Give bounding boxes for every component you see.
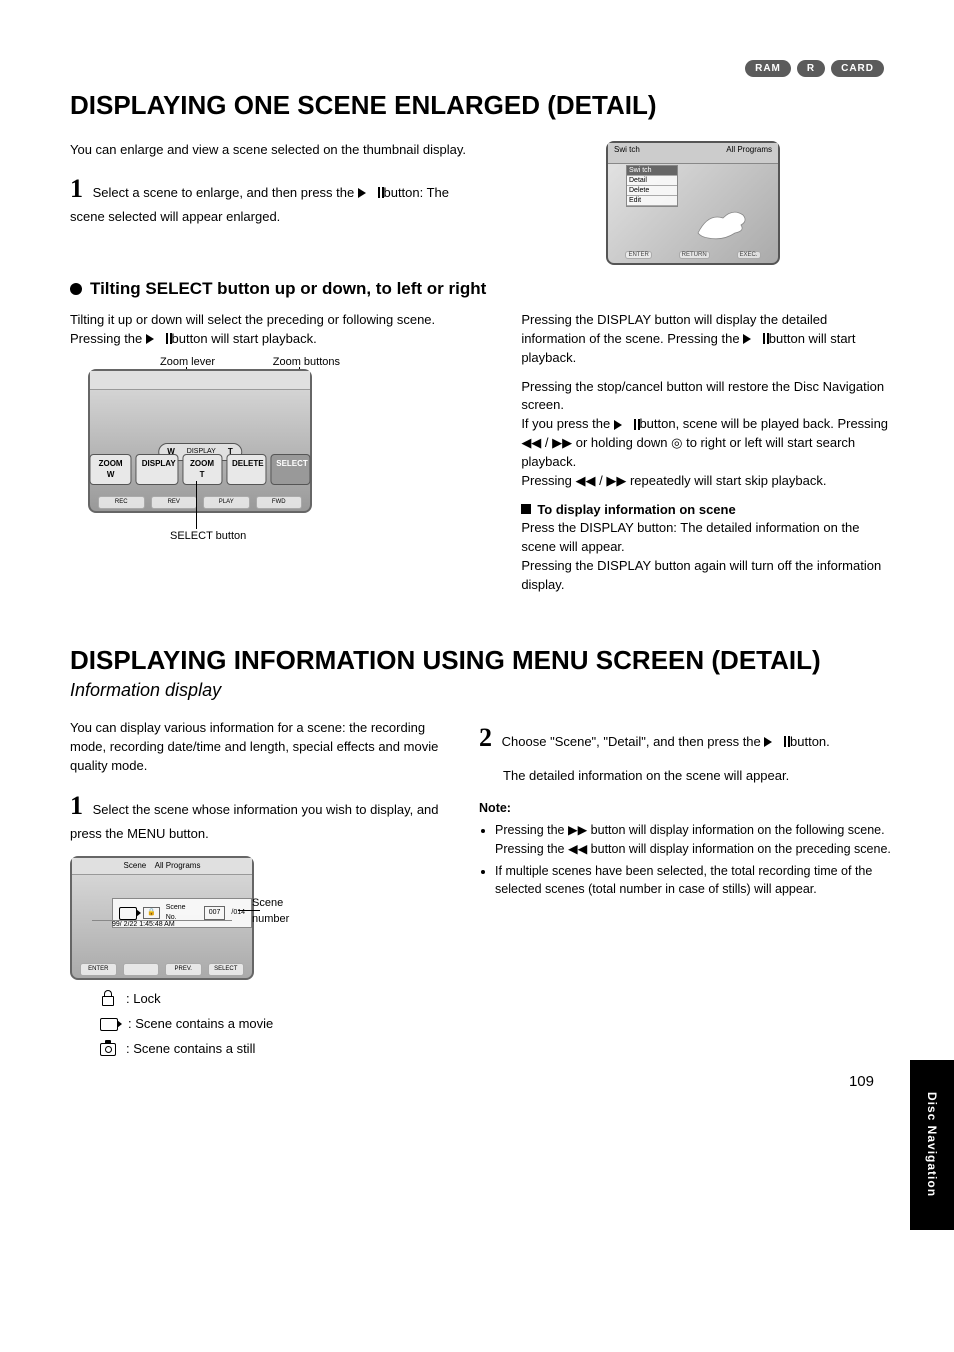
remote-bi-3: FWD	[256, 496, 303, 509]
play-pause-icon	[358, 188, 380, 198]
callout-line	[196, 481, 197, 529]
step-1-text-a: Select a scene to enlarge, and then pres…	[93, 185, 358, 200]
note-square-icon	[521, 504, 531, 514]
info-subtitle: Information display	[70, 680, 894, 701]
sub-heading: Tilting SELECT button up or down, to lef…	[90, 279, 486, 299]
play-pause-icon	[743, 334, 765, 344]
right-mid-2a: If you press the	[521, 416, 614, 431]
select-button-label: SELECT button	[170, 529, 246, 545]
info-screen-figure: Scene All Programs 🔒 Scene No. 007 /014 …	[70, 856, 254, 980]
info-step-2-b: button.	[790, 734, 830, 749]
info-divider	[92, 920, 232, 921]
btn-select: SELECT	[270, 454, 310, 485]
info-step-2-num: 2	[479, 723, 492, 752]
play-pause-icon	[764, 737, 786, 747]
tilt-text-a: Tilting it up or down will select the pr…	[70, 311, 491, 330]
info-scene-no-value: 007	[204, 906, 226, 920]
right-mid-3: Pressing ◀◀ / ▶▶ repeatedly will start s…	[521, 473, 826, 488]
tilt-text-b2: button will start playback.	[172, 331, 317, 346]
fig-title-right: All Programs	[726, 145, 772, 161]
enlarge-section-title: DISPLAYING ONE SCENE ENLARGED (DETAIL)	[70, 90, 894, 121]
btn-delete: DELETE	[226, 454, 266, 485]
lock-mini-icon: 🔒	[143, 907, 160, 919]
info-bi-3: SELECT	[208, 963, 245, 976]
info-section-title: DISPLAYING INFORMATION USING MENU SCREEN…	[70, 645, 894, 676]
info-bottom-icons: ENTER PREV. SELECT	[80, 963, 244, 976]
remote-bi-0: REC	[98, 496, 145, 509]
info-date-line: 99/ 2/22 1:45:48 AM	[112, 920, 175, 930]
note-body: Press the DISPLAY button: The detailed i…	[521, 519, 894, 594]
right-mid-1: Pressing the stop/cancel button will res…	[521, 379, 884, 413]
remote-title-bar	[90, 371, 310, 390]
btn-zoom-t: ZOOM T	[182, 454, 222, 485]
fig-bottom-1: RETURN	[679, 251, 710, 259]
side-tab: Disc Navigation	[910, 1060, 954, 1230]
bullet-icon	[70, 283, 82, 295]
tilt-text-b1: Pressing the	[70, 331, 146, 346]
dove-image	[693, 203, 753, 243]
fig-menu-item-1: Detail	[627, 176, 677, 186]
info-intro: You can display various information for …	[70, 719, 449, 776]
remote-bi-2: PLAY	[203, 496, 250, 509]
play-pause-icon	[614, 420, 636, 430]
icon-lock-label: : Lock	[126, 990, 161, 1009]
info-bi-1	[123, 963, 160, 976]
fig-bottom-0: ENTER	[625, 251, 651, 259]
notes-item-1: If multiple scenes have been selected, t…	[495, 862, 891, 898]
info-bi-2: PREV.	[165, 963, 202, 976]
remote-bi-1: REV	[151, 496, 198, 509]
enlarge-thumbnail-figure: Swi tch All Programs Swi tch Detail Dele…	[606, 141, 780, 265]
badge-r: R	[797, 60, 825, 77]
page-number: 109	[849, 1073, 874, 1090]
fig-menu-item-3: Edit	[627, 196, 677, 206]
remote-bottom-icons: REC REV PLAY FWD	[98, 496, 302, 509]
movie-icon	[119, 907, 137, 920]
icon-still-label: : Scene contains a still	[126, 1040, 255, 1059]
enlarge-intro: You can enlarge and view a scene selecte…	[70, 142, 466, 157]
info-step-1-num: 1	[70, 791, 83, 820]
fig-menu-box: Swi tch Detail Delete Edit	[626, 165, 678, 207]
info-step-2-a: Choose "Scene", "Detail", and then press…	[502, 734, 765, 749]
badge-card: CARD	[831, 60, 884, 77]
fig-bottom-2: EXEC.	[737, 251, 761, 259]
media-badges: RAM R CARD	[745, 60, 884, 77]
enlarge-intro-col: You can enlarge and view a scene selecte…	[70, 141, 472, 265]
fig-menu-item-0: Swi tch	[627, 166, 677, 176]
fig-menu-item-2: Delete	[627, 186, 677, 196]
movie-icon	[100, 1018, 118, 1031]
info-fig-title-left: Scene	[124, 861, 147, 870]
remote-button-row: ZOOM W DISPLAY ZOOM T DELETE SELECT	[89, 454, 310, 485]
notes-heading: Note:	[479, 799, 891, 817]
enlarge-figure-col: Swi tch All Programs Swi tch Detail Dele…	[492, 141, 894, 265]
badge-ram: RAM	[745, 60, 791, 77]
info-step-1-text: Select the scene whose information you w…	[70, 802, 439, 841]
notes-item-0: Pressing the ▶▶ button will display info…	[495, 821, 891, 857]
btn-display: DISPLAY	[136, 454, 178, 485]
btn-zoom-w: ZOOM W	[89, 454, 131, 485]
note-heading: To display information on scene	[537, 502, 735, 517]
still-icon	[100, 1043, 116, 1056]
lock-icon	[100, 992, 116, 1006]
icon-movie-label: : Scene contains a movie	[128, 1015, 273, 1034]
fig-bottom-icons: ENTER RETURN EXEC.	[608, 249, 778, 261]
scene-number-callout: Scene number	[252, 896, 322, 928]
play-pause-icon	[146, 334, 168, 344]
info-bi-0: ENTER	[80, 963, 117, 976]
step-1-number: 1	[70, 174, 83, 203]
remote-figure: W DISPLAY T ZOOM W DISPLAY ZOOM T DELETE…	[88, 369, 312, 513]
fig-title-left: Swi tch	[614, 145, 640, 161]
info-step-2-cont: The detailed information on the scene wi…	[503, 767, 891, 786]
info-fig-title-right: All Programs	[155, 861, 201, 870]
